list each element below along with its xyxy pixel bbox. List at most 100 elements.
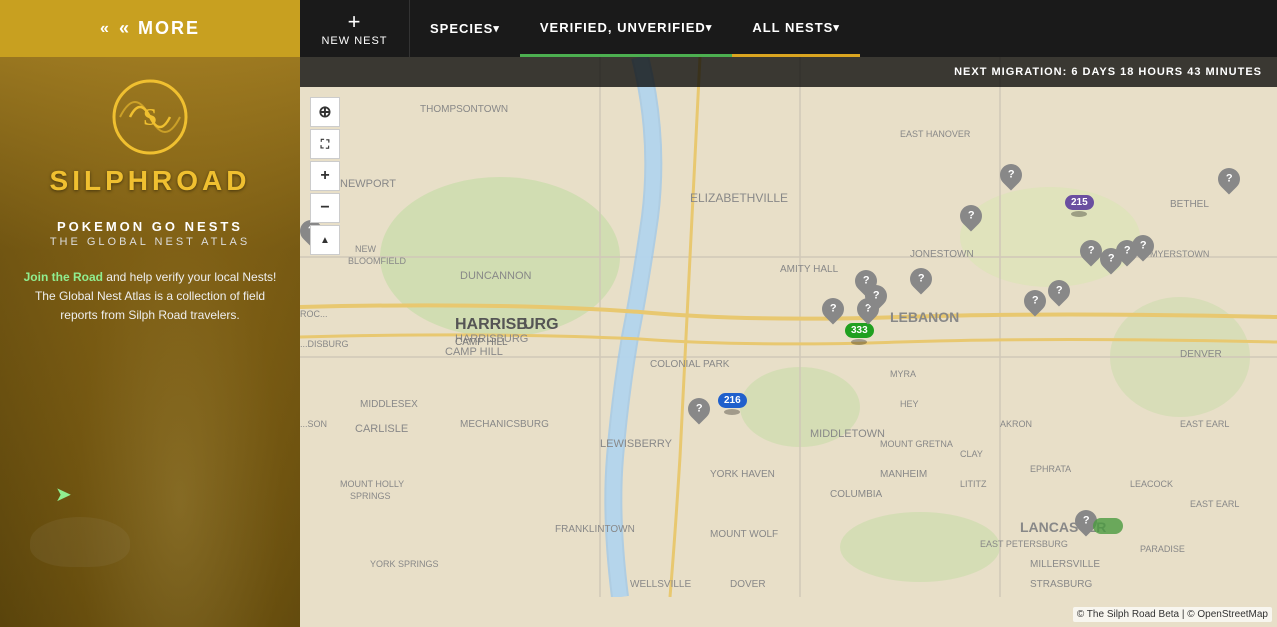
svg-text:MOUNT HOLLY: MOUNT HOLLY: [340, 479, 404, 489]
more-button[interactable]: « « MORE: [0, 0, 300, 57]
svg-text:HARRISB: HARRISB: [455, 316, 528, 333]
svg-text:COLUMBIA: COLUMBIA: [830, 489, 883, 500]
question-icon: ?: [968, 210, 975, 222]
svg-text:EAST EARL: EAST EARL: [1180, 419, 1229, 429]
join-link[interactable]: Join the Road: [24, 270, 103, 284]
svg-text:DENVER: DENVER: [1180, 349, 1222, 360]
svg-text:WELLSVILLE: WELLSVILLE: [630, 579, 691, 590]
plus-icon: +: [348, 11, 362, 33]
svg-text:BLOOMFIELD: BLOOMFIELD: [348, 256, 407, 266]
svg-text:URG: URG: [523, 316, 559, 333]
navbar: + NEW NEST SPECIES VERIFIED, UNVERIFIED …: [300, 0, 1277, 57]
question-icon: ?: [1124, 245, 1131, 257]
svg-text:DOVER: DOVER: [730, 579, 766, 590]
q-marker-8[interactable]: ?: [1024, 290, 1046, 312]
svg-text:MIDDLESEX: MIDDLESEX: [360, 399, 418, 410]
svg-text:JONESTOWN: JONESTOWN: [910, 249, 974, 260]
svg-text:MIDDLETOWN: MIDDLETOWN: [810, 428, 885, 440]
svg-text:LITITZ: LITITZ: [960, 479, 987, 489]
svg-text:LEWISBERRY: LEWISBERRY: [600, 438, 673, 450]
svg-text:COLONIAL PARK: COLONIAL PARK: [650, 359, 730, 370]
fullscreen-button[interactable]: ⛶: [310, 129, 340, 159]
svg-text:DUNCANNON: DUNCANNON: [460, 270, 532, 282]
marker-label: 216: [718, 393, 747, 408]
logo-container: S SILPHROAD: [50, 77, 251, 197]
reset-north-button[interactable]: ▲: [310, 225, 340, 255]
q-marker-12[interactable]: ?: [822, 298, 844, 320]
q-marker-2[interactable]: ?: [960, 205, 982, 227]
marker-label: 215: [1065, 195, 1094, 210]
green-nest-marker[interactable]: [1093, 518, 1123, 534]
q-marker-1[interactable]: ?: [1000, 164, 1022, 186]
verified-button[interactable]: VERIFIED, UNVERIFIED: [520, 0, 732, 57]
migration-bar: NEXT MIGRATION: 6 DAYS 18 HOURS 43 MINUT…: [300, 57, 1277, 87]
question-icon: ?: [1108, 253, 1115, 265]
nest-marker-333[interactable]: 333: [845, 323, 874, 345]
svg-text:MOUNT WOLF: MOUNT WOLF: [710, 529, 778, 540]
q-marker-myerstown[interactable]: ?: [1218, 168, 1240, 190]
svg-text:MANHEIM: MANHEIM: [880, 469, 927, 480]
description-text: Join the Road and help verify your local…: [0, 268, 300, 326]
zoom-in-button[interactable]: +: [310, 161, 340, 191]
locate-button[interactable]: ⊕: [310, 97, 340, 127]
question-icon: ?: [873, 290, 880, 302]
question-icon: ?: [918, 273, 925, 285]
svg-text:AKRON: AKRON: [1000, 419, 1032, 429]
svg-text:ROC...: ROC...: [300, 309, 328, 319]
svg-text:CAMP HILL: CAMP HILL: [455, 337, 508, 348]
chevron-left-icon: «: [100, 20, 111, 38]
zoom-in-icon: +: [320, 167, 329, 185]
svg-text:EAST PETERSBURG: EAST PETERSBURG: [980, 539, 1068, 549]
q-marker-9[interactable]: ?: [1048, 280, 1070, 302]
svg-text:BETHEL: BETHEL: [1170, 199, 1209, 210]
question-icon: ?: [696, 403, 703, 415]
svg-text:HEY: HEY: [900, 399, 919, 409]
map-container[interactable]: + NEW NEST SPECIES VERIFIED, UNVERIFIED …: [300, 0, 1277, 627]
question-icon: ?: [1226, 173, 1233, 185]
species-button[interactable]: SPECIES: [410, 0, 520, 57]
silph-road-logo: S: [110, 77, 190, 157]
q-marker-10[interactable]: ?: [910, 268, 932, 290]
svg-text:YORK SPRINGS: YORK SPRINGS: [370, 559, 439, 569]
all-nests-button[interactable]: ALL NESTS: [732, 0, 860, 57]
question-icon: ?: [1056, 285, 1063, 297]
zoom-out-button[interactable]: −: [310, 193, 340, 223]
map-controls: ⊕ ⛶ + − ▲: [310, 97, 340, 255]
svg-text:SPRINGS: SPRINGS: [350, 491, 391, 501]
svg-text:MYRA: MYRA: [890, 369, 916, 379]
nest-marker-216[interactable]: 216: [718, 393, 747, 415]
new-nest-label: NEW NEST: [321, 35, 387, 47]
svg-text:MYERSTOWN: MYERSTOWN: [1150, 249, 1209, 259]
question-icon: ?: [830, 303, 837, 315]
marker-shadow: [851, 339, 867, 345]
tagline2: THE GLOBAL NEST ATLAS: [50, 236, 250, 248]
tagline1: POKEMON GO NESTS: [57, 219, 243, 234]
svg-text:CLAY: CLAY: [960, 449, 983, 459]
svg-text:...DISBURG: ...DISBURG: [300, 339, 349, 349]
question-icon: ?: [1140, 240, 1147, 252]
bird-icon: ➤: [55, 482, 72, 507]
svg-text:MECHANICSBURG: MECHANICSBURG: [460, 419, 549, 430]
q-marker-mount-holly[interactable]: ?: [688, 398, 710, 420]
svg-text:ELIZABETHVILLE: ELIZABETHVILLE: [690, 191, 788, 205]
q-marker-harrisburg[interactable]: ?: [865, 285, 887, 307]
green-blob: [1093, 518, 1123, 534]
marker-shadow: [1071, 211, 1087, 217]
svg-text:...SON: ...SON: [300, 419, 327, 429]
compass-icon: ▲: [320, 235, 330, 246]
svg-text:EAST HANOVER: EAST HANOVER: [900, 129, 971, 139]
migration-text: NEXT MIGRATION: 6 DAYS 18 HOURS 43 MINUT…: [954, 66, 1262, 78]
map-svg: THOMPSONTOWN NEWPORT NEW BLOOMFIELD DUNC…: [300, 57, 1277, 597]
nest-marker-215[interactable]: 215: [1065, 195, 1094, 217]
svg-text:MILLERSVILLE: MILLERSVILLE: [1030, 559, 1100, 570]
sidebar-content: S SILPHROAD POKEMON GO NESTS THE GLOBAL …: [0, 57, 300, 627]
svg-text:LEBANON: LEBANON: [890, 309, 959, 325]
new-nest-button[interactable]: + NEW NEST: [300, 0, 410, 57]
svg-text:MOUNT GRETNA: MOUNT GRETNA: [880, 439, 953, 449]
map-attribution: © The Silph Road Beta | © OpenStreetMap: [1073, 607, 1272, 622]
brand-name: SILPHROAD: [50, 165, 251, 197]
more-label: « MORE: [119, 18, 200, 39]
locate-icon: ⊕: [318, 102, 331, 122]
q-marker-7[interactable]: ?: [1132, 235, 1154, 257]
svg-text:S: S: [143, 105, 156, 131]
